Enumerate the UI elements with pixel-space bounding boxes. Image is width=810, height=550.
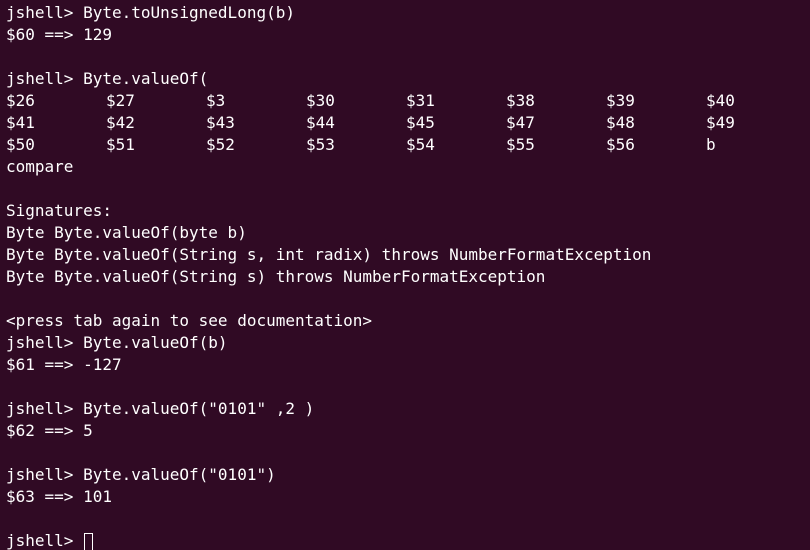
hint-line: <press tab again to see documentation> — [6, 311, 373, 330]
signature-line: Byte Byte.valueOf(String s, int radix) t… — [6, 245, 652, 264]
completion-item: b — [706, 135, 716, 154]
signature-line: Byte Byte.valueOf(String s) throws Numbe… — [6, 267, 546, 286]
prompt-label: jshell> — [6, 531, 84, 550]
completion-row: $26 $27 $3 $30 $31 $38 $39 $40 — [6, 90, 804, 112]
result-line: $61 ==> -127 — [6, 355, 122, 374]
completion-item: $53 — [306, 135, 335, 154]
completion-item: $26 — [6, 91, 35, 110]
completion-item: $55 — [506, 135, 535, 154]
signatures-heading: Signatures: — [6, 201, 112, 220]
completion-item: $41 — [6, 113, 35, 132]
result-line: $63 ==> 101 — [6, 487, 112, 506]
command-line: jshell> Byte.valueOf(b) — [6, 333, 228, 352]
completion-row: $41 $42 $43 $44 $45 $47 $48 $49 — [6, 112, 804, 134]
completion-item: $27 — [106, 91, 135, 110]
completion-item: $44 — [306, 113, 335, 132]
text-cursor[interactable] — [84, 532, 94, 550]
completion-item: $50 — [6, 135, 35, 154]
signature-line: Byte Byte.valueOf(byte b) — [6, 223, 247, 242]
completion-item: $52 — [206, 135, 235, 154]
completion-item: $40 — [706, 91, 735, 110]
output-line: jshell> Byte.valueOf( — [6, 69, 209, 88]
completion-item: $49 — [706, 113, 735, 132]
completion-item: $31 — [406, 91, 435, 110]
completion-item: $54 — [406, 135, 435, 154]
completion-item: $39 — [606, 91, 635, 110]
completion-item: $3 — [206, 91, 226, 110]
completion-item: $43 — [206, 113, 235, 132]
completion-row: $50 $51 $52 $53 $54 $55 $56 b — [6, 134, 804, 156]
active-prompt-line[interactable]: jshell> — [6, 530, 804, 550]
output-line: compare — [6, 157, 74, 176]
command-line: jshell> Byte.valueOf("0101") — [6, 465, 276, 484]
completion-item: $30 — [306, 91, 335, 110]
terminal-window[interactable]: jshell> Byte.toUnsignedLong(b) $60 ==> 1… — [0, 0, 810, 550]
completion-item: $51 — [106, 135, 135, 154]
completion-item: $38 — [506, 91, 535, 110]
completion-item: $45 — [406, 113, 435, 132]
command-line: jshell> Byte.valueOf("0101" ,2 ) — [6, 399, 315, 418]
completion-item: $42 — [106, 113, 135, 132]
output-line: $60 ==> 129 — [6, 25, 112, 44]
completion-item: $48 — [606, 113, 635, 132]
completion-item: $47 — [506, 113, 535, 132]
completion-grid: $26 $27 $3 $30 $31 $38 $39 $40 $41 $42 $… — [6, 90, 804, 156]
result-line: $62 ==> 5 — [6, 421, 93, 440]
output-line: jshell> Byte.toUnsignedLong(b) — [6, 3, 295, 22]
completion-item: $56 — [606, 135, 635, 154]
